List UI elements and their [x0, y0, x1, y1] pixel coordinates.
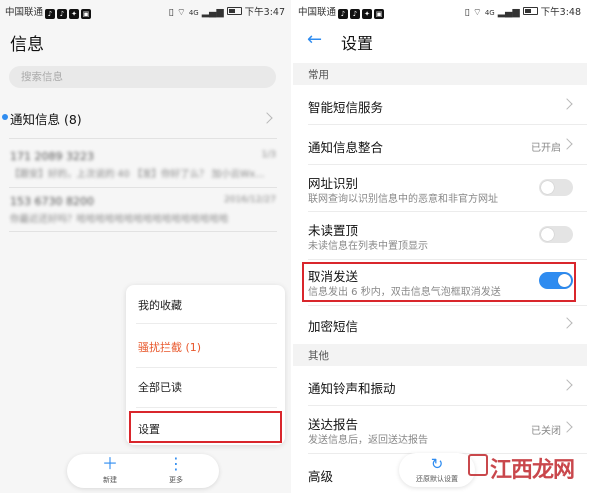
setting-title: 加密短信 — [308, 319, 359, 334]
search-input[interactable]: 搜索信息 — [9, 66, 276, 88]
setting-delivery-report[interactable]: 送达报告 发送信息后，返回送达报告 已关闭 — [293, 406, 587, 452]
unread-dot-icon — [2, 114, 8, 120]
conversation-preview: 【跟安】好的，上次说的 40 【发】你好了么？ 加小云Wx… — [10, 169, 265, 180]
chevron-right-icon — [561, 138, 573, 150]
chevron-right-icon — [561, 379, 573, 391]
chevron-right-icon — [261, 112, 273, 124]
conversation-row[interactable]: 153 6730 8200 2016/12/27 你最近还好吗？哈哈哈哈哈哈哈哈… — [10, 193, 276, 227]
cancel-send-highlight-box — [302, 262, 576, 302]
settings-screen: 中国联通 ♪ ♪ ✦ ▣ ▯ ⌔ 4G ▂▄▆ 下午3:48 ← 设置 常用 智能短信服务… — [293, 0, 587, 493]
signal-icon: ▂▄▆ — [497, 7, 520, 18]
signal-label: 4G — [188, 9, 199, 17]
chevron-right-icon — [561, 421, 573, 433]
status-bar: 中国联通 ♪ ♪ ✦ ▣ ▯ ⌔ 4G ▂▄▆ 下午3:47 — [0, 0, 291, 20]
refresh-icon: ↻ — [430, 455, 444, 473]
settings-highlight-box — [129, 411, 282, 443]
chevron-right-icon — [561, 98, 573, 110]
notification-messages-label: 通知信息 (8) — [10, 112, 82, 127]
divider — [9, 138, 277, 139]
menu-divider — [136, 367, 277, 368]
setting-subtitle: 联网查询以识别信息中的恶意和非官方网址 — [308, 194, 498, 205]
status-right: ▯ ⌔ 4G ▂▄▆ 下午3:47 — [169, 4, 285, 18]
arrow-left-icon[interactable]: ← — [307, 30, 322, 50]
restore-defaults-button[interactable]: ↻ 还原默认设置 — [399, 453, 475, 487]
setting-title: 高级 — [308, 469, 334, 484]
menu-divider — [136, 323, 277, 324]
vibrate-icon: ▯ — [464, 7, 470, 18]
wifi-icon: ⌔ — [472, 7, 482, 18]
page-title: 信息 — [10, 35, 44, 55]
new-message-button[interactable]: ＋ 新建 — [85, 454, 135, 488]
battery-icon — [226, 7, 242, 15]
carrier-label: 中国联通 ♪ ♪ ✦ ▣ — [298, 7, 385, 19]
menu-item-favorites[interactable]: 我的收藏 — [126, 289, 285, 319]
watermark-icon — [468, 454, 488, 476]
plus-icon: ＋ — [101, 454, 118, 473]
menu-item-spam-block[interactable]: 骚扰拦截 (1) — [126, 331, 285, 361]
setting-subtitle: 发送信息后，返回送达报告 — [308, 435, 428, 446]
setting-title: 通知信息整合 — [308, 140, 384, 155]
section-header-common: 常用 — [293, 63, 587, 85]
status-bar: 中国联通 ♪ ♪ ✦ ▣ ▯ ⌔ 4G ▂▄▆ 下午3:48 — [293, 0, 587, 20]
page-title: 设置 — [341, 34, 374, 53]
new-message-label: 新建 — [103, 476, 117, 484]
wifi-icon: ⌔ — [176, 7, 186, 18]
section-header-other: 其他 — [293, 344, 587, 366]
setting-encrypted-sms[interactable]: 加密短信 — [293, 306, 587, 342]
vibrate-icon: ▯ — [168, 7, 174, 18]
divider — [9, 231, 277, 232]
setting-title: 通知铃声和振动 — [308, 381, 396, 396]
setting-subtitle: 未读信息在列表中置顶显示 — [308, 241, 428, 252]
clock: 下午3:48 — [540, 7, 581, 18]
carrier-label: 中国联通 ♪ ♪ ✦ ▣ — [5, 7, 92, 19]
setting-notification-merge[interactable]: 通知信息整合 已开启 — [293, 125, 587, 163]
conversation-sender: 153 6730 8200 — [10, 195, 94, 208]
menu-divider — [136, 407, 277, 408]
unread-top-toggle[interactable] — [539, 226, 573, 243]
more-icon: ⋮ — [168, 454, 184, 473]
more-button[interactable]: ⋮ 更多 — [151, 454, 201, 488]
status-right: ▯ ⌔ 4G ▂▄▆ 下午3:48 — [465, 4, 581, 18]
bottom-action-bar: ＋ 新建 ⋮ 更多 — [67, 454, 219, 488]
setting-unread-top[interactable]: 未读置顶 未读信息在列表中置顶显示 — [293, 212, 587, 258]
signal-label: 4G — [484, 9, 495, 17]
url-recognition-toggle[interactable] — [539, 179, 573, 196]
chevron-right-icon — [561, 317, 573, 329]
conversation-date: 1/3 — [261, 150, 276, 160]
setting-url-recognition[interactable]: 网址识别 联网查询以识别信息中的恶意和非官方网址 — [293, 165, 587, 210]
battery-icon — [522, 7, 538, 15]
setting-ringtone-vibration[interactable]: 通知铃声和振动 — [293, 366, 587, 404]
messages-screen: 中国联通 ♪ ♪ ✦ ▣ ▯ ⌔ 4G ▂▄▆ 下午3:47 信息 搜索信息 通知信息 (… — [0, 0, 291, 493]
more-label: 更多 — [169, 476, 183, 484]
restore-defaults-label: 还原默认设置 — [416, 475, 458, 483]
signal-icon: ▂▄▆ — [201, 7, 224, 18]
watermark-text: 江西龙网 — [490, 457, 575, 483]
conversation-row[interactable]: 171 2089 3223 1/3 【跟安】好的，上次说的 40 【发】你好了么… — [10, 148, 276, 182]
watermark-logo: 江西龙网 — [468, 448, 580, 484]
setting-value: 已开启 — [531, 143, 561, 154]
setting-title: 智能短信服务 — [308, 100, 384, 115]
notification-messages-item[interactable]: 通知信息 (8) — [0, 104, 291, 132]
clock: 下午3:47 — [244, 7, 285, 18]
divider — [9, 187, 277, 188]
menu-item-mark-all-read[interactable]: 全部已读 — [126, 371, 285, 401]
setting-value: 已关闭 — [531, 426, 561, 437]
setting-smart-sms[interactable]: 智能短信服务 — [293, 85, 587, 123]
conversation-date: 2016/12/27 — [224, 195, 276, 205]
conversation-preview: 你最近还好吗？哈哈哈哈哈哈哈哈哈哈哈哈哈哈哈哈 — [10, 214, 229, 225]
conversation-sender: 171 2089 3223 — [10, 150, 94, 163]
